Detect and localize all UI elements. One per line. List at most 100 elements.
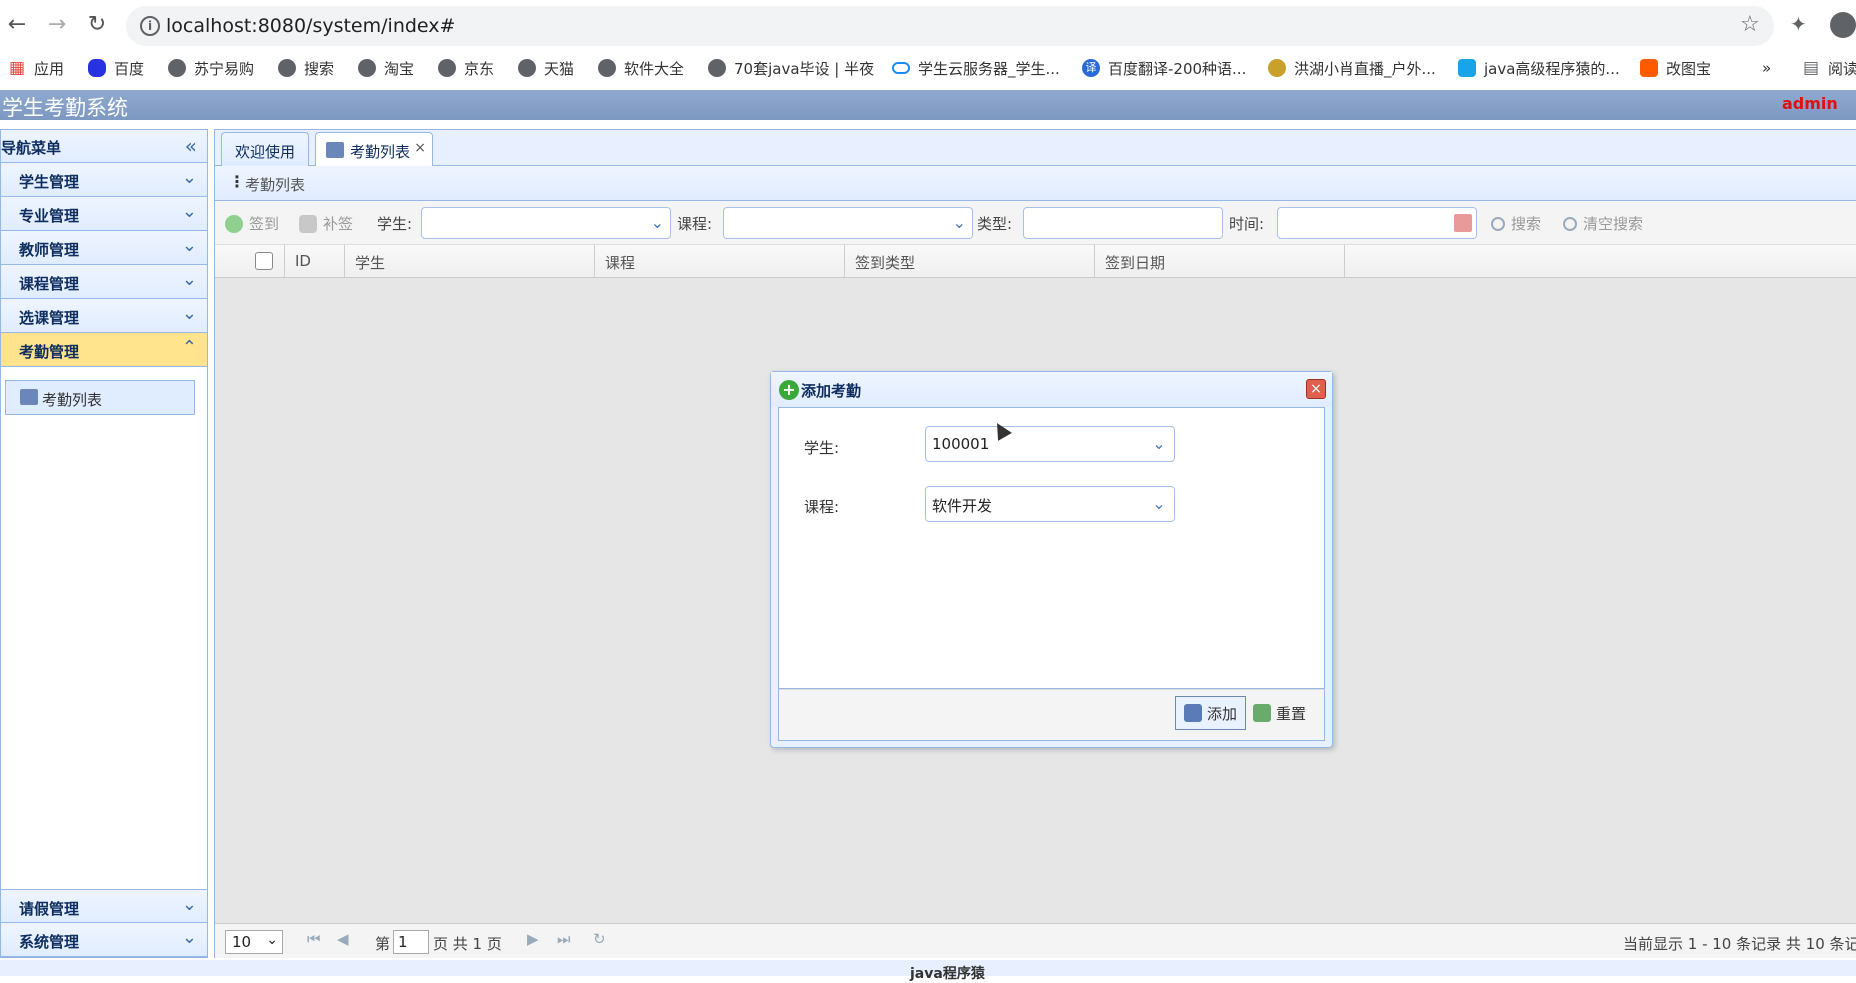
sidebar-item-courses[interactable]: 课程管理 ⌄ [1, 265, 207, 299]
tv-icon [1458, 59, 1476, 77]
next-page-icon[interactable]: ▶ [527, 930, 539, 948]
clear-search-button[interactable]: 清空搜索 [1563, 213, 1643, 234]
bookmark-taobao[interactable]: 淘宝 [358, 56, 414, 80]
url-text[interactable]: localhost:8080/system/index# [166, 15, 455, 37]
column-header-date[interactable]: 签到日期 [1095, 245, 1345, 278]
reset-button[interactable]: 重置 [1245, 696, 1314, 730]
add-button[interactable]: 添加 [1175, 696, 1247, 730]
chevron-down-icon: ⌄ [181, 167, 197, 188]
sidebar-item-system[interactable]: 系统管理 ⌄ [1, 923, 207, 957]
column-header-type[interactable]: 签到类型 [845, 245, 1095, 278]
forward-icon[interactable]: → [44, 12, 70, 38]
student-label: 学生: [804, 439, 840, 457]
type-filter-input[interactable] [1023, 207, 1223, 239]
column-header-student[interactable]: 学生 [345, 245, 595, 278]
sign-button[interactable]: 签到 [225, 213, 279, 234]
page-info: 当前显示 1 - 10 条记录 共 10 条记 [1623, 935, 1856, 953]
student-filter-select[interactable]: ⌄ [421, 207, 671, 239]
bookmark-suning[interactable]: 苏宁易购 [168, 56, 254, 80]
globe-icon [358, 59, 376, 77]
search-button[interactable]: 搜索 [1491, 213, 1541, 234]
reading-list[interactable]: ▤ 阅读 [1802, 56, 1856, 80]
sidebar-subitem-attendance-list[interactable]: 考勤列表 [5, 380, 195, 415]
profile-avatar[interactable] [1830, 12, 1856, 38]
collapse-sidebar-icon[interactable]: « [185, 134, 197, 158]
address-bar[interactable]: i localhost:8080/system/index# [126, 6, 1774, 46]
site-info-icon[interactable]: i [140, 16, 160, 36]
book-icon [20, 389, 38, 405]
tab-attendance-list[interactable]: 考勤列表 × [315, 132, 433, 167]
search-icon [1563, 216, 1577, 231]
course-label: 课程: [804, 498, 840, 516]
page-suffix: 页 共 1 页 [433, 935, 502, 953]
type-filter-label: 类型: [977, 215, 1013, 233]
tab-welcome[interactable]: 欢迎使用 [221, 132, 309, 166]
prev-page-icon[interactable]: ◀ [337, 930, 349, 948]
globe-icon [708, 59, 726, 77]
calendar-icon[interactable] [1454, 214, 1472, 232]
chevron-down-icon: ⌄ [1152, 434, 1166, 453]
bookmark-software[interactable]: 软件大全 [598, 56, 684, 80]
back-icon[interactable]: ← [4, 12, 30, 38]
column-header-course[interactable]: 课程 [595, 245, 845, 278]
last-page-icon[interactable]: ⏭ [557, 930, 571, 948]
course-select[interactable]: 软件开发 ⌄ [925, 486, 1175, 522]
sidebar-item-label: 专业管理 [19, 207, 80, 225]
toolbar: 签到 补签 学生: ⌄ 课程: ⌄ 类型: 时间: 搜索 清空搜索 [215, 201, 1856, 245]
globe-icon [438, 59, 456, 77]
pagination: 10 ⌄ ⏮ ◀ 第 1 页 共 1 页 ▶ ⏭ ↻ 当前显示 1 - 10 条记… [215, 923, 1856, 958]
sidebar-item-majors[interactable]: 专业管理 ⌄ [1, 197, 207, 231]
chevron-down-icon: ⌄ [181, 894, 197, 915]
sidebar-item-attendance[interactable]: 考勤管理 ⌃ [1, 333, 207, 367]
refresh-icon[interactable]: ↻ [593, 930, 606, 948]
current-user: admin [1782, 94, 1838, 113]
dialog-footer: 添加 重置 [778, 689, 1325, 741]
globe-icon [168, 59, 186, 77]
first-page-icon[interactable]: ⏮ [307, 930, 321, 948]
bookmark-gaitubao[interactable]: 改图宝 [1640, 56, 1711, 80]
address-row: ← → ↻ i localhost:8080/system/index# ☆ ✦ [0, 0, 1856, 50]
live-icon [1268, 59, 1286, 77]
bookmark-java[interactable]: java高级程序猿的... [1458, 56, 1620, 80]
sidebar-item-selection[interactable]: 选课管理 ⌄ [1, 299, 207, 333]
bookmarks-more-icon[interactable]: » [1762, 56, 1771, 80]
sidebar-item-label: 课程管理 [19, 275, 80, 293]
bookmark-live[interactable]: 洪湖小肖直播_户外... [1268, 56, 1436, 80]
chevron-down-icon: ⌄ [181, 235, 197, 256]
bookmark-apps[interactable]: ▦ 应用 [8, 56, 64, 80]
globe-icon [278, 59, 296, 77]
browser-chrome: ← → ↻ i localhost:8080/system/index# ☆ ✦… [0, 0, 1856, 90]
close-icon[interactable]: × [1306, 379, 1326, 399]
bookmark-search[interactable]: 搜索 [278, 56, 334, 80]
bookmark-star-icon[interactable]: ☆ [1740, 12, 1760, 37]
select-all-cell [215, 245, 285, 278]
reload-icon[interactable]: ↻ [84, 12, 110, 38]
sidebar-item-label: 选课管理 [19, 309, 80, 327]
page-size-select[interactable]: 10 ⌄ [225, 930, 283, 954]
close-tab-icon[interactable]: × [414, 140, 426, 156]
bookmark-jd[interactable]: 京东 [438, 56, 494, 80]
sidebar-item-leave[interactable]: 请假管理 ⌄ [1, 889, 207, 923]
globe-icon [518, 59, 536, 77]
extensions-icon[interactable]: ✦ [1790, 12, 1807, 36]
reading-list-icon: ▤ [1802, 58, 1820, 78]
chevron-down-icon: ⌄ [952, 213, 966, 232]
resign-button[interactable]: 补签 [299, 213, 353, 234]
bookmark-translate[interactable]: 译百度翻译-200种语... [1082, 56, 1246, 80]
cloud-icon [892, 62, 910, 74]
select-all-checkbox[interactable] [255, 252, 273, 270]
course-filter-label: 课程: [677, 215, 713, 233]
bookmark-cloud[interactable]: 学生云服务器_学生... [892, 56, 1060, 80]
time-filter-input[interactable] [1277, 207, 1477, 239]
bookmark-baidu[interactable]: 百度 [88, 56, 144, 80]
bookmark-tmall[interactable]: 天猫 [518, 56, 574, 80]
column-header-id[interactable]: ID [285, 245, 345, 278]
add-icon: + [779, 380, 799, 400]
sidebar-item-students[interactable]: 学生管理 ⌄ [1, 163, 207, 197]
course-filter-select[interactable]: ⌄ [723, 207, 973, 239]
app-title: 学生考勤系统 [2, 96, 128, 120]
bookmark-70java[interactable]: 70套java毕设 | 半夜 [708, 56, 874, 80]
student-select[interactable]: 100001 ⌄ [925, 426, 1175, 462]
page-number-input[interactable]: 1 [393, 930, 429, 954]
sidebar-item-teachers[interactable]: 教师管理 ⌄ [1, 231, 207, 265]
